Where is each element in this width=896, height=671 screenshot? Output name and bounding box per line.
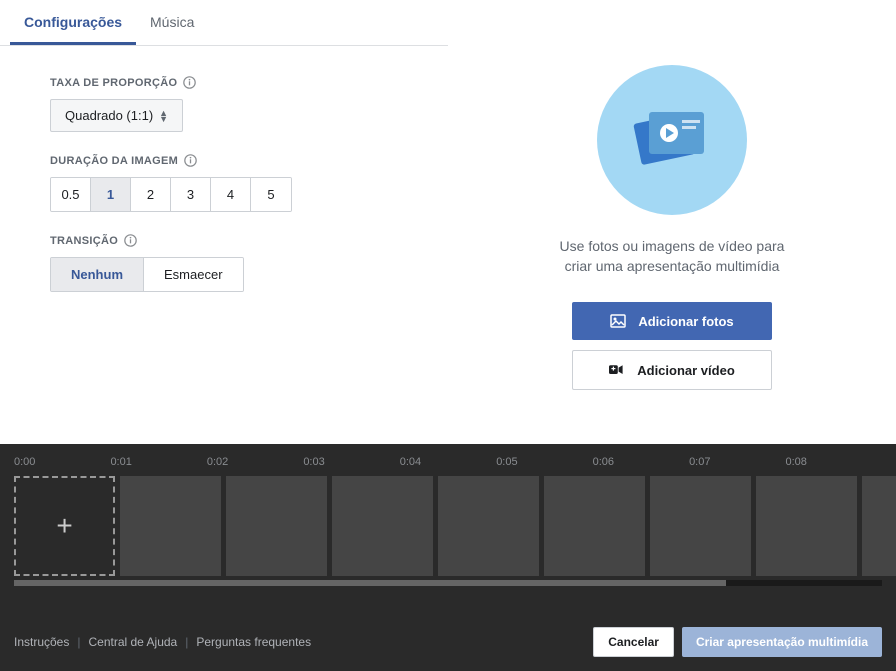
video-add-icon <box>609 362 625 378</box>
transition-option-fade[interactable]: Esmaecer <box>144 258 243 291</box>
scrollbar-thumb[interactable] <box>14 580 726 586</box>
ruler-mark: 0:03 <box>303 456 399 468</box>
footer-link-help[interactable]: Central de Ajuda <box>88 635 177 649</box>
timeline-frame[interactable] <box>544 476 645 576</box>
footer-links: Instruções | Central de Ajuda | Pergunta… <box>14 635 311 649</box>
duration-option-2[interactable]: 2 <box>131 178 171 211</box>
timeline-frame[interactable] <box>438 476 539 576</box>
info-icon[interactable] <box>183 76 196 89</box>
timeline: 0:00 0:01 0:02 0:03 0:04 0:05 0:06 0:07 … <box>0 444 896 671</box>
add-video-label: Adicionar vídeo <box>637 363 735 378</box>
timeline-frame[interactable] <box>756 476 857 576</box>
transition-label: TRANSIÇÃO <box>50 234 398 247</box>
info-icon[interactable] <box>184 154 197 167</box>
ruler-mark: 0:04 <box>400 456 496 468</box>
timeline-frame[interactable] <box>332 476 433 576</box>
footer-link-instructions[interactable]: Instruções <box>14 635 69 649</box>
timeline-frame[interactable] <box>862 476 896 576</box>
duration-option-5[interactable]: 5 <box>251 178 291 211</box>
duration-button-group: 0.5 1 2 3 4 5 <box>50 177 292 212</box>
ruler-mark: 0:02 <box>207 456 303 468</box>
add-frame-button[interactable]: + <box>14 476 115 576</box>
ruler-mark: 0:06 <box>593 456 689 468</box>
ruler-mark: 0:07 <box>689 456 785 468</box>
add-photos-button[interactable]: Adicionar fotos <box>572 302 772 340</box>
select-arrows-icon: ▲▼ <box>159 110 168 122</box>
timeline-frame[interactable] <box>650 476 751 576</box>
timeline-frames[interactable]: + <box>0 476 896 576</box>
timeline-ruler: 0:00 0:01 0:02 0:03 0:04 0:05 0:06 0:07 … <box>0 444 896 476</box>
helper-text: Use fotos ou imagens de vídeo para criar… <box>560 237 785 276</box>
ruler-mark: 0:01 <box>110 456 206 468</box>
timeline-scrollbar[interactable] <box>14 580 882 586</box>
aspect-ratio-label: TAXA DE PROPORÇÃO <box>50 76 398 89</box>
plus-icon: + <box>56 510 72 542</box>
image-duration-label: DURAÇÃO DA IMAGEM <box>50 154 398 167</box>
slideshow-illustration <box>597 65 747 215</box>
tab-music[interactable]: Música <box>136 0 208 45</box>
ruler-mark: 0:05 <box>496 456 592 468</box>
footer-separator: | <box>77 635 80 649</box>
timeline-frame[interactable] <box>226 476 327 576</box>
add-video-button[interactable]: Adicionar vídeo <box>572 350 772 390</box>
footer-link-faq[interactable]: Perguntas frequentes <box>196 635 311 649</box>
timeline-frame[interactable] <box>120 476 221 576</box>
duration-option-0.5[interactable]: 0.5 <box>51 178 91 211</box>
add-photos-label: Adicionar fotos <box>638 314 733 329</box>
aspect-ratio-value: Quadrado (1:1) <box>65 108 153 123</box>
duration-option-3[interactable]: 3 <box>171 178 211 211</box>
photo-icon <box>610 313 626 329</box>
cancel-button[interactable]: Cancelar <box>593 627 674 657</box>
transition-button-group: Nenhum Esmaecer <box>50 257 244 292</box>
duration-option-4[interactable]: 4 <box>211 178 251 211</box>
create-slideshow-button[interactable]: Criar apresentação multimídia <box>682 627 882 657</box>
tabs-container: Configurações Música <box>0 0 448 46</box>
footer-separator: | <box>185 635 188 649</box>
ruler-mark: 0:08 <box>786 456 882 468</box>
info-icon[interactable] <box>124 234 137 247</box>
aspect-ratio-select[interactable]: Quadrado (1:1) ▲▼ <box>50 99 183 132</box>
transition-option-none[interactable]: Nenhum <box>51 258 144 291</box>
duration-option-1[interactable]: 1 <box>91 178 131 211</box>
ruler-mark: 0:00 <box>14 456 110 468</box>
tab-settings[interactable]: Configurações <box>10 0 136 45</box>
